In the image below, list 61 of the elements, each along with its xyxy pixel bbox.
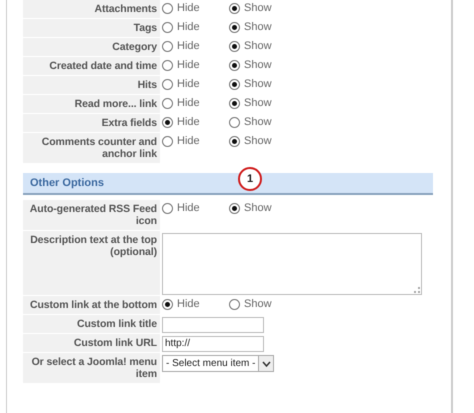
radio-button[interactable]	[229, 40, 240, 52]
radio-button[interactable]	[229, 60, 240, 70]
field-label: Category	[23, 38, 160, 56]
radio-label[interactable]: Show	[244, 135, 272, 147]
radio-button[interactable]	[162, 2, 173, 14]
radio-label[interactable]: Show	[244, 40, 272, 52]
radio-button[interactable]	[229, 78, 240, 90]
radio-button[interactable]	[229, 116, 240, 128]
radio-label[interactable]: Show	[244, 116, 272, 128]
text-field[interactable]: http://	[162, 336, 264, 352]
radio-button[interactable]	[229, 298, 240, 310]
field-label: Created date and time	[23, 57, 160, 75]
callout-marker: 1	[238, 167, 262, 191]
radio-label[interactable]: Hide	[177, 97, 200, 109]
radio-label[interactable]: Hide	[177, 116, 200, 128]
field-label: Comments counter and anchor link	[23, 133, 160, 163]
radio-button[interactable]	[229, 202, 240, 214]
radio-button[interactable]	[162, 136, 173, 146]
field-label: Attachments	[23, 0, 160, 18]
field-label: Custom link URL	[23, 334, 160, 352]
radio-label[interactable]: Hide	[177, 40, 200, 52]
radio-button[interactable]	[229, 2, 240, 14]
chevron-down-icon	[258, 356, 274, 371]
radio-button[interactable]	[162, 202, 173, 214]
radio-label[interactable]: Hide	[177, 202, 200, 214]
field-label: Custom link at the bottom	[23, 296, 160, 314]
radio-button[interactable]	[229, 98, 240, 108]
field-label: Custom link title	[23, 315, 160, 333]
radio-label[interactable]: Show	[244, 298, 272, 310]
menu-item-dropdown[interactable]: - Select menu item -	[162, 355, 274, 372]
radio-label[interactable]: Show	[244, 202, 272, 214]
radio-label[interactable]: Hide	[177, 298, 200, 310]
radio-label[interactable]: Show	[244, 2, 272, 14]
radio-label[interactable]: Hide	[177, 21, 200, 33]
section-title: Other Options	[30, 177, 104, 189]
radio-button[interactable]	[229, 22, 240, 32]
field-label: Read more... link	[23, 95, 160, 113]
radio-label[interactable]: Show	[244, 78, 272, 90]
radio-button[interactable]	[162, 98, 173, 108]
radio-button[interactable]	[162, 22, 173, 32]
radio-label[interactable]: Show	[244, 59, 272, 71]
radio-button[interactable]	[162, 60, 173, 70]
radio-button[interactable]	[162, 78, 173, 90]
radio-button[interactable]	[162, 116, 173, 128]
radio-label[interactable]: Show	[244, 21, 272, 33]
field-label: Description text at the top (optional)	[23, 231, 160, 295]
radio-label[interactable]: Hide	[177, 78, 200, 90]
field-label: Extra fields	[23, 114, 160, 132]
field-label: Auto-generated RSS Feed icon	[23, 200, 160, 230]
radio-button[interactable]	[229, 136, 240, 146]
radio-label[interactable]: Hide	[177, 59, 200, 71]
resize-grip-icon[interactable]	[414, 287, 420, 293]
field-label: Or select a Joomla! menu item	[23, 353, 160, 383]
text-field[interactable]	[162, 317, 264, 333]
field-label: Tags	[23, 19, 160, 37]
field-label: Hits	[23, 76, 160, 94]
radio-label[interactable]: Hide	[177, 135, 200, 147]
radio-button[interactable]	[162, 40, 173, 52]
radio-label[interactable]: Show	[244, 97, 272, 109]
radio-label[interactable]: Hide	[177, 2, 200, 14]
radio-button[interactable]	[162, 298, 173, 310]
